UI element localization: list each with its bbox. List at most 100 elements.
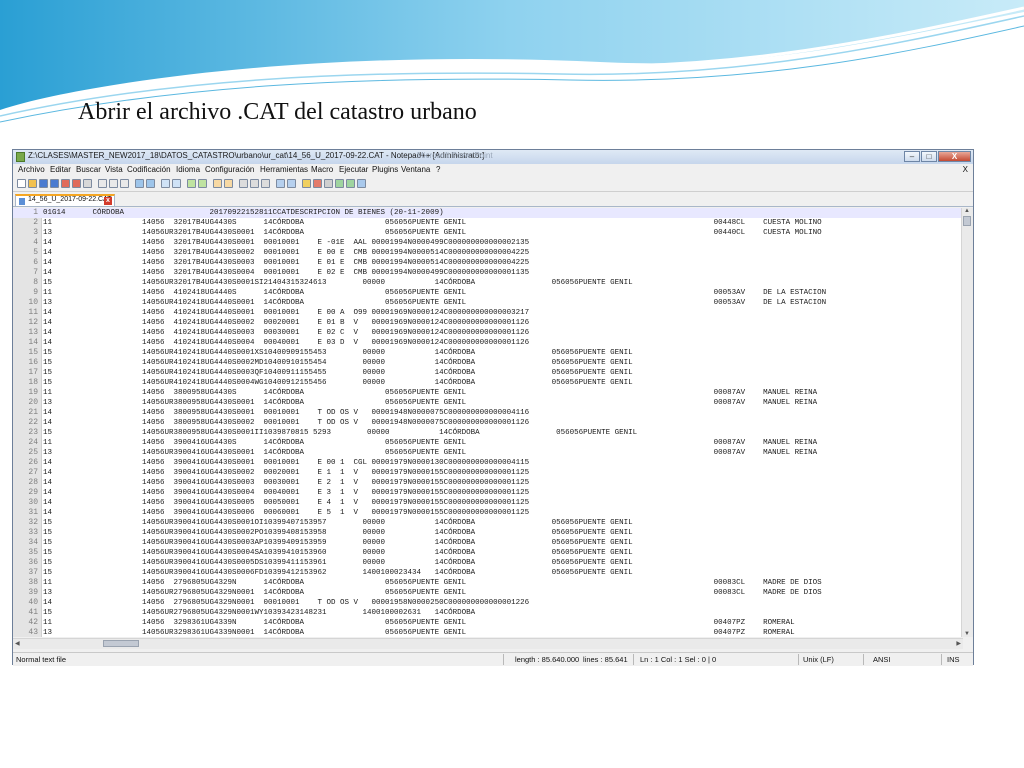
line-text[interactable]: 15 14056UR4102418UG4440S0002MD1040091015… bbox=[43, 358, 633, 368]
code-line[interactable]: 22 14 14056 3800958UG4430S0002 00010001 T… bbox=[13, 418, 963, 428]
print-icon[interactable] bbox=[83, 179, 92, 188]
scroll-down-icon[interactable]: ▼ bbox=[964, 631, 970, 637]
code-line[interactable]: 2 11 14056 32017B4UG4430S 14CÓRDOBA 05605… bbox=[13, 218, 963, 228]
find-icon[interactable] bbox=[161, 179, 170, 188]
line-text[interactable]: 14 14056 32017B4UG4430S0002 00010001 E 0… bbox=[43, 248, 529, 258]
code-line[interactable]: 32 15 14056UR3900416UG4430S0001OI10399407… bbox=[13, 518, 963, 528]
code-line[interactable]: 10 13 14056UR4102418UG4440S0001 14CÓRDOBA… bbox=[13, 298, 963, 308]
code-line[interactable]: 16 15 14056UR4102418UG4440S0002MD10400910… bbox=[13, 358, 963, 368]
line-text[interactable]: 15 14056UR4102418UG4440S0001XS1040090915… bbox=[43, 348, 633, 358]
line-text[interactable]: 14 14056 32017B4UG4430S0004 00010001 E 0… bbox=[43, 268, 529, 278]
code-line[interactable]: 28 14 14056 3900416UG4430S0003 00030001 E… bbox=[13, 478, 963, 488]
menu-herramientas[interactable]: Herramientas bbox=[260, 165, 308, 174]
code-line[interactable]: 14 14 14056 4102418UG4440S0004 00040001 E… bbox=[13, 338, 963, 348]
menu-buscar[interactable]: Buscar bbox=[76, 165, 101, 174]
line-text[interactable]: 14 14056 3800958UG4430S0002 00010001 T O… bbox=[43, 418, 529, 428]
code-line[interactable]: 8 15 14056UR32017B4UG4430S0001SI214043153… bbox=[13, 278, 963, 288]
code-line[interactable]: 38 11 14056 2796805UG4329N 14CÓRDOBA 0560… bbox=[13, 578, 963, 588]
line-text[interactable]: 13 14056UR32017B4UG4430S0001 14CÓRDOBA 0… bbox=[43, 228, 822, 238]
code-line[interactable]: 39 13 14056UR2796805UG4329N0001 14CÓRDOBA… bbox=[13, 588, 963, 598]
scroll-left-icon[interactable]: ◀ bbox=[15, 640, 20, 647]
menu-ventana[interactable]: Ventana bbox=[401, 165, 430, 174]
menu-vista[interactable]: Vista bbox=[105, 165, 123, 174]
code-line[interactable]: 12 14 14056 4102418UG4440S0002 00020001 E… bbox=[13, 318, 963, 328]
line-text[interactable]: 15 14056UR3800958UG4430S0001II1039870815… bbox=[43, 428, 637, 438]
play-macro-icon[interactable] bbox=[335, 179, 344, 188]
menu-editar[interactable]: Editar bbox=[50, 165, 71, 174]
menu-idioma[interactable]: Idioma bbox=[176, 165, 200, 174]
line-text[interactable]: 11 14056 4102418UG4440S 14CÓRDOBA 056056… bbox=[43, 288, 826, 298]
code-line[interactable]: 15 15 14056UR4102418UG4440S0001XS10400909… bbox=[13, 348, 963, 358]
scroll-up-icon[interactable]: ▲ bbox=[964, 208, 970, 214]
code-line[interactable]: 5 14 14056 32017B4UG4430S0002 00010001 E … bbox=[13, 248, 963, 258]
code-line[interactable]: 25 13 14056UR3900416UG4430S0001 14CÓRDOBA… bbox=[13, 448, 963, 458]
code-line[interactable]: 33 15 14056UR3900416UG4430S0002PO10399408… bbox=[13, 528, 963, 538]
record-macro-icon[interactable] bbox=[313, 179, 322, 188]
line-text[interactable]: 11 14056 32017B4UG4430S 14CÓRDOBA 056056… bbox=[43, 218, 822, 228]
close-file-icon[interactable] bbox=[61, 179, 70, 188]
code-line[interactable]: 36 15 14056UR3900416UG4430S0005DS10399411… bbox=[13, 558, 963, 568]
code-line[interactable]: 23 15 14056UR3800958UG4430S0001II10398708… bbox=[13, 428, 963, 438]
text-editor[interactable]: 1 01G14 CÓRDOBA 20170922152811CCATDESCRIP… bbox=[13, 208, 963, 637]
save-all-icon[interactable] bbox=[50, 179, 59, 188]
line-text[interactable]: 14 14056 3800958UG4430S0001 00010001 T O… bbox=[43, 408, 529, 418]
tab-file[interactable]: 14_56_U_2017-09-22.CAT x bbox=[15, 194, 115, 206]
line-text[interactable]: 15 14056UR4102418UG4440S0003QF1040091115… bbox=[43, 368, 633, 378]
bookmark-icon[interactable] bbox=[302, 179, 311, 188]
line-text[interactable]: 14 14056 4102418UG4440S0003 00030001 E 0… bbox=[43, 328, 529, 338]
sync-h-icon[interactable] bbox=[224, 179, 233, 188]
code-line[interactable]: 24 11 14056 3900416UG4430S 14CÓRDOBA 0560… bbox=[13, 438, 963, 448]
horizontal-scrollbar[interactable]: ◀ ▶ bbox=[13, 638, 963, 649]
indent-guide-icon[interactable] bbox=[261, 179, 270, 188]
code-line[interactable]: 20 13 14056UR3800958UG4430S0001 14CÓRDOBA… bbox=[13, 398, 963, 408]
code-line[interactable]: 13 14 14056 4102418UG4440S0003 00030001 E… bbox=[13, 328, 963, 338]
line-text[interactable]: 11 14056 3298361UG4339N 14CÓRDOBA 056056… bbox=[43, 618, 795, 628]
line-text[interactable]: 15 14056UR3900416UG4430S0002PO1039940815… bbox=[43, 528, 633, 538]
window-titlebar[interactable]: Z:\CLASES\MASTER_NEW2017_18\DATOS_CATAST… bbox=[13, 150, 973, 164]
code-line[interactable]: 35 15 14056UR3900416UG4430S0004SA10399410… bbox=[13, 548, 963, 558]
line-text[interactable]: 14 14056 2796805UG4329N0001 00010001 T O… bbox=[43, 598, 529, 608]
code-line[interactable]: 43 13 14056UR3298361UG4339N0001 14CÓRDOBA… bbox=[13, 628, 963, 637]
line-text[interactable]: 13 14056UR2796805UG4329N0001 14CÓRDOBA 0… bbox=[43, 588, 822, 598]
line-text[interactable]: 15 14056UR3900416UG4430S0006FD1039941215… bbox=[43, 568, 633, 578]
code-line[interactable]: 34 15 14056UR3900416UG4430S0003AP10399409… bbox=[13, 538, 963, 548]
line-text[interactable]: 14 14056 32017B4UG4430S0003 00010001 E 0… bbox=[43, 258, 529, 268]
code-line[interactable]: 11 14 14056 4102418UG4440S0001 00010001 E… bbox=[13, 308, 963, 318]
vertical-scroll-thumb[interactable] bbox=[963, 216, 971, 226]
line-text[interactable]: 15 14056UR3900416UG4430S0003AP1039940915… bbox=[43, 538, 633, 548]
line-text[interactable]: 14 14056 3900416UG4430S0005 00050001 E 4… bbox=[43, 498, 529, 508]
copy-icon[interactable] bbox=[109, 179, 118, 188]
code-line[interactable]: 29 14 14056 3900416UG4430S0004 00040001 E… bbox=[13, 488, 963, 498]
save-icon[interactable] bbox=[39, 179, 48, 188]
line-text[interactable]: 15 14056UR3900416UG4430S0005DS1039941115… bbox=[43, 558, 633, 568]
code-line[interactable]: 17 15 14056UR4102418UG4440S0003QF10400911… bbox=[13, 368, 963, 378]
zoom-in-icon[interactable] bbox=[187, 179, 196, 188]
minimize-button[interactable]: – bbox=[904, 151, 920, 162]
line-text[interactable]: 15 14056UR3900416UG4430S0004SA1039941015… bbox=[43, 548, 633, 558]
redo-icon[interactable] bbox=[146, 179, 155, 188]
line-text[interactable]: 14 14056 3900416UG4430S0001 00010001 E 0… bbox=[43, 458, 529, 468]
menu-help[interactable]: ? bbox=[436, 165, 440, 174]
maximize-button[interactable]: □ bbox=[921, 151, 937, 162]
code-line[interactable]: 27 14 14056 3900416UG4430S0002 00020001 E… bbox=[13, 468, 963, 478]
menu-configuracion[interactable]: Configuración bbox=[205, 165, 254, 174]
paste-icon[interactable] bbox=[120, 179, 129, 188]
line-text[interactable]: 14 14056 4102418UG4440S0004 00040001 E 0… bbox=[43, 338, 529, 348]
code-line[interactable]: 31 14 14056 3900416UG4430S0006 00060001 E… bbox=[13, 508, 963, 518]
show-all-chars-icon[interactable] bbox=[250, 179, 259, 188]
code-line[interactable]: 21 14 14056 3800958UG4430S0001 00010001 T… bbox=[13, 408, 963, 418]
save-macro-icon[interactable] bbox=[357, 179, 366, 188]
zoom-out-icon[interactable] bbox=[198, 179, 207, 188]
code-line[interactable]: 4 14 14056 32017B4UG4430S0001 00010001 E … bbox=[13, 238, 963, 248]
open-file-icon[interactable] bbox=[28, 179, 37, 188]
horizontal-scroll-thumb[interactable] bbox=[103, 640, 139, 647]
cut-icon[interactable] bbox=[98, 179, 107, 188]
line-text[interactable]: 14 14056 32017B4UG4430S0001 00010001 E -… bbox=[43, 238, 529, 248]
line-text[interactable]: 15 14056UR2796805UG4329N0001WY1039342314… bbox=[43, 608, 475, 618]
line-text[interactable]: 15 14056UR32017B4UG4430S0001SI2140431532… bbox=[43, 278, 633, 288]
sync-v-icon[interactable] bbox=[213, 179, 222, 188]
line-text[interactable]: 13 14056UR3800958UG4430S0001 14CÓRDOBA 0… bbox=[43, 398, 817, 408]
code-line[interactable]: 41 15 14056UR2796805UG4329N0001WY10393423… bbox=[13, 608, 963, 618]
code-line[interactable]: 3 13 14056UR32017B4UG4430S0001 14CÓRDOBA … bbox=[13, 228, 963, 238]
line-text[interactable]: 15 14056UR3900416UG4430S0001OI1039940715… bbox=[43, 518, 633, 528]
